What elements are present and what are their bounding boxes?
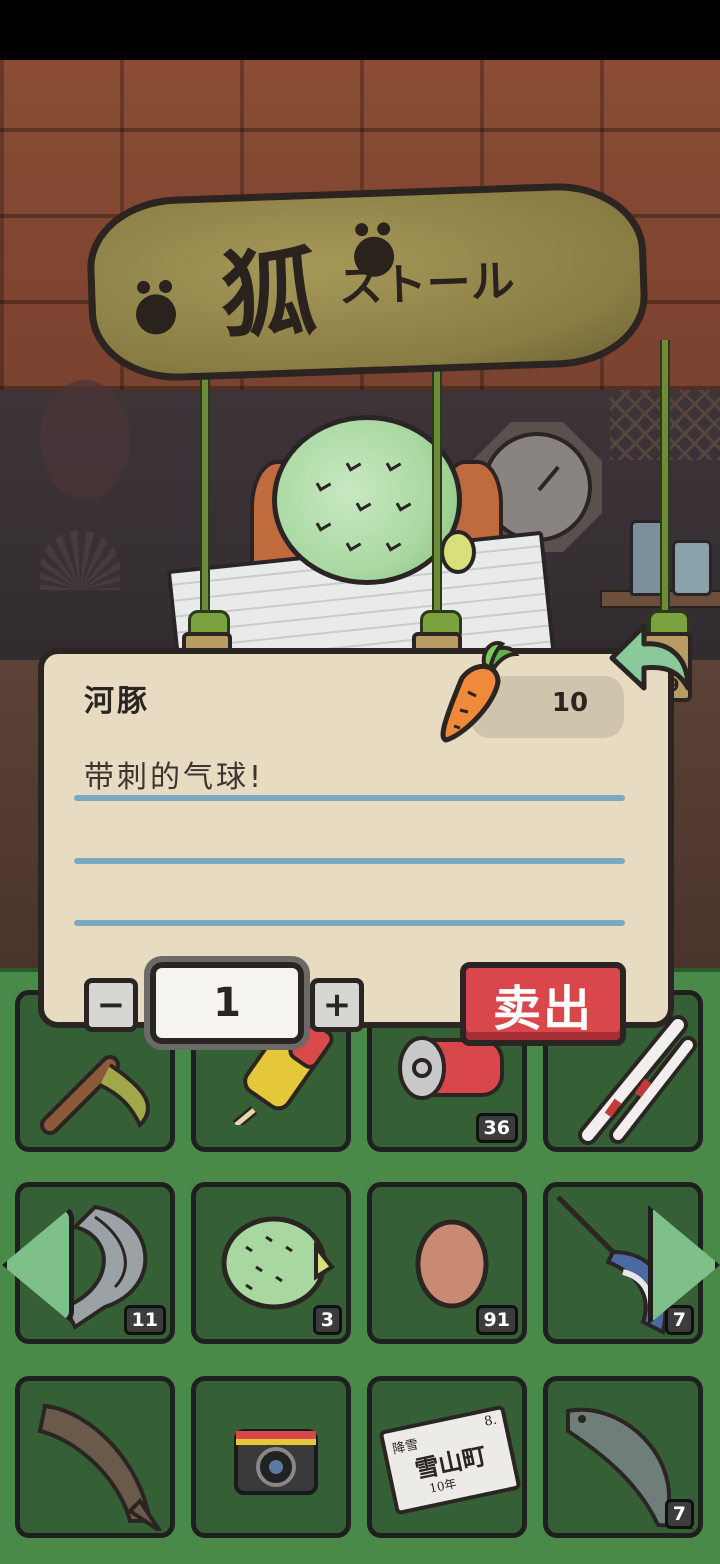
divider-line bbox=[74, 858, 625, 864]
quantity-field[interactable]: 1 bbox=[144, 956, 310, 1050]
slingshot-icon bbox=[40, 1055, 151, 1135]
camera-icon bbox=[234, 1429, 318, 1495]
inventory-slot-carp[interactable]: 7 bbox=[543, 1376, 703, 1538]
pufferfish-icon bbox=[221, 1216, 335, 1310]
carrot-icon bbox=[440, 641, 520, 743]
item-count-badge: 36 bbox=[475, 1113, 518, 1143]
item-count-badge: 3 bbox=[312, 1305, 342, 1335]
sign-kanji: 狐 bbox=[218, 235, 319, 352]
shop-sign: 狐 ストール bbox=[84, 180, 651, 384]
inventory-slot-camera[interactable] bbox=[191, 1376, 351, 1538]
inventory-slot-egg[interactable]: 91 bbox=[367, 1182, 527, 1344]
divider-line bbox=[74, 920, 625, 926]
item-count-badge: 11 bbox=[123, 1305, 166, 1335]
lantern bbox=[40, 380, 130, 500]
status-bar bbox=[0, 0, 720, 60]
rope bbox=[200, 340, 210, 630]
inventory-slot-ticket[interactable]: 降雪 8. 雪山町 10年 bbox=[367, 1376, 527, 1538]
back-arrow-icon[interactable] bbox=[604, 618, 694, 698]
egg-icon bbox=[415, 1219, 489, 1309]
item-name: 河豚 bbox=[84, 684, 150, 719]
inventory-slot-pufferfish[interactable]: 3 bbox=[191, 1182, 351, 1344]
sign-kana: ストール bbox=[337, 255, 516, 313]
quantity-increase-button[interactable]: + bbox=[310, 978, 364, 1032]
item-count-badge: 7 bbox=[664, 1305, 694, 1335]
inventory-slot-catfish[interactable] bbox=[15, 1376, 175, 1538]
sell-button[interactable]: 卖出 bbox=[460, 962, 626, 1046]
catfish-icon bbox=[37, 1403, 162, 1531]
jar bbox=[672, 540, 712, 596]
divider-line bbox=[74, 795, 625, 801]
item-count-badge: 91 bbox=[475, 1305, 518, 1335]
rope bbox=[660, 340, 670, 630]
quantity-decrease-button[interactable]: − bbox=[84, 978, 138, 1032]
pufferfish-fin bbox=[440, 530, 476, 574]
item-count-badge: 7 bbox=[664, 1499, 694, 1529]
ticket-text: 8. bbox=[482, 1412, 499, 1430]
item-description: 带刺的气球! bbox=[84, 760, 265, 795]
rope bbox=[432, 340, 442, 630]
